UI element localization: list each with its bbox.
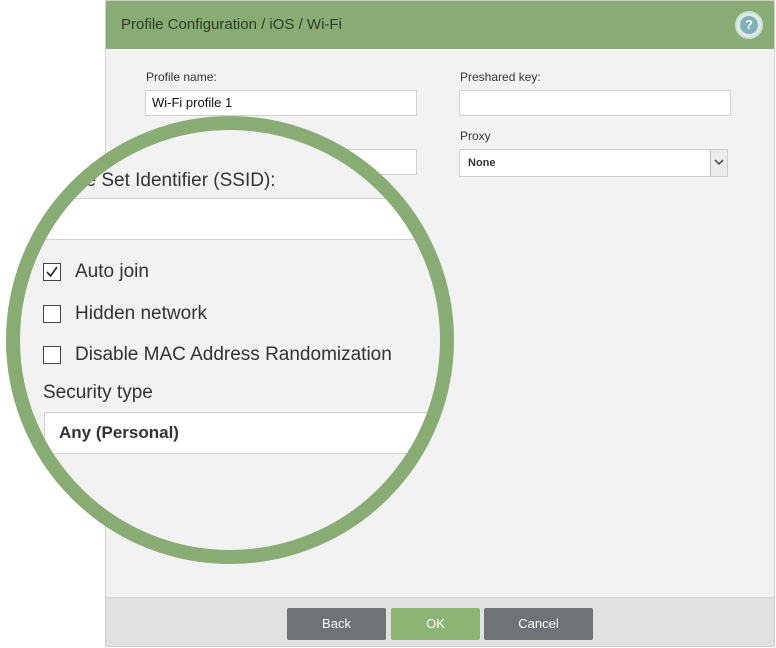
preshared-key-label: Preshared key: [460,70,541,84]
back-button[interactable]: Back [287,608,386,640]
proxy-label: Proxy [460,129,491,143]
security-type-label: Security type [43,382,153,403]
checkmark-icon [46,266,58,278]
hidden-network-label: Hidden network [75,303,208,324]
security-type-value: Any (Personal) [59,423,179,442]
hidden-network-checkbox[interactable] [43,305,61,323]
proxy-select[interactable]: None [459,149,728,177]
auto-join-checkbox[interactable] [43,263,61,281]
auto-join-label: Auto join [75,261,149,282]
profile-name-field[interactable]: Wi-Fi profile 1 [145,90,417,116]
ssid-label: ce Set Identifier (SSID): [76,170,276,191]
help-button[interactable]: ? [735,11,763,39]
ssid-field[interactable] [44,198,440,240]
magnifier-callout: ce Set Identifier (SSID): Auto join Hidd… [6,116,454,564]
security-type-select[interactable]: Any (Personal) [44,412,440,454]
proxy-dropdown-button[interactable] [710,150,727,176]
disable-mac-randomization-checkbox[interactable] [43,346,61,364]
dialog-title: Profile Configuration / iOS / Wi-Fi [121,16,342,33]
dialog-header: Profile Configuration / iOS / Wi-Fi ? [106,1,774,49]
ok-button[interactable]: OK [391,608,480,640]
dialog-footer: Back OK Cancel [106,597,774,646]
preshared-key-field[interactable] [459,90,731,116]
proxy-select-value: None [468,157,496,169]
disable-mac-randomization-label: Disable MAC Address Randomization [75,344,392,365]
cancel-button[interactable]: Cancel [484,608,593,640]
help-icon: ? [740,16,758,34]
profile-name-label: Profile name: [146,70,217,84]
chevron-down-icon [714,159,724,166]
